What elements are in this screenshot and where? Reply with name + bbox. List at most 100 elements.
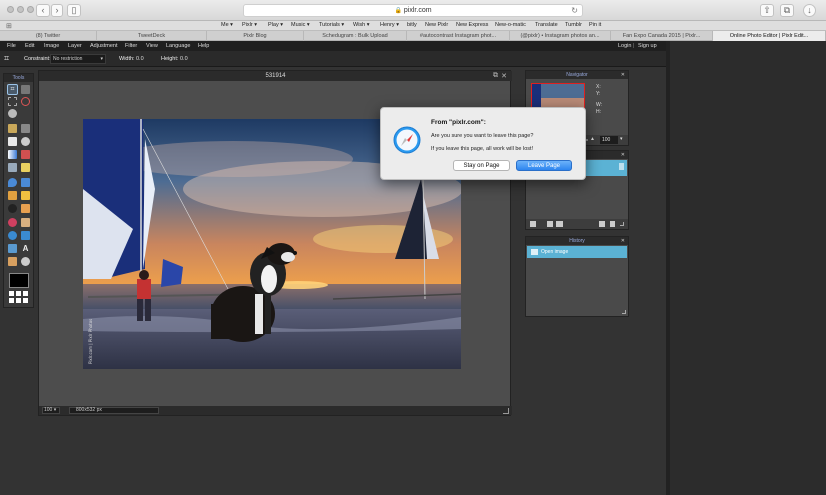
dodge-tool-icon[interactable] (8, 204, 17, 213)
menu-file[interactable]: File (7, 43, 16, 49)
wand-tool-icon[interactable] (8, 109, 17, 118)
browser-tab[interactable]: #autocontrast Instagram phot... (407, 31, 510, 41)
spot-heal-tool-icon[interactable] (21, 218, 30, 227)
close-icon[interactable]: ✕ (621, 151, 625, 159)
move-tool-icon[interactable] (21, 85, 30, 94)
grid-icon[interactable]: ⊞ (6, 22, 12, 30)
favorite-item[interactable]: Play ▾ (268, 22, 283, 28)
height-label: Height: (161, 56, 179, 62)
new-layer-icon[interactable] (599, 221, 605, 227)
layer-mask-icon[interactable] (547, 221, 553, 227)
stamp-tool-icon[interactable] (21, 150, 30, 159)
browser-tab[interactable]: (8) Twitter (0, 31, 97, 41)
resize-grip-icon[interactable] (620, 222, 624, 226)
navigator-zoom-field[interactable]: 100 (600, 136, 618, 144)
favorite-item[interactable]: Translate (535, 22, 558, 28)
browser-tab[interactable]: TweetDeck (97, 31, 207, 41)
zoom-tool-icon[interactable] (21, 257, 30, 266)
favorite-item[interactable]: bitly (407, 22, 417, 28)
favorite-item[interactable]: Henry ▾ (380, 22, 399, 28)
burn-tool-icon[interactable] (21, 204, 30, 213)
foreground-color-swatch[interactable] (9, 273, 29, 288)
marquee-tool-icon[interactable] (8, 97, 17, 106)
pinch-tool-icon[interactable] (21, 231, 30, 240)
smudge-tool-icon[interactable] (8, 191, 17, 200)
height-input[interactable]: 0.0 (180, 56, 188, 62)
close-icon[interactable]: ✕ (621, 237, 625, 245)
sharpen-tool-icon[interactable] (21, 178, 30, 187)
share-button[interactable]: ⇧ (760, 4, 774, 17)
favorite-item[interactable]: Tutorials ▾ (319, 22, 344, 28)
bloat-tool-icon[interactable] (8, 231, 17, 240)
favorite-item[interactable]: Wish ▾ (353, 22, 370, 28)
browser-tab-active[interactable]: Online Photo Editor | Pixlr Edit... (713, 31, 826, 41)
browser-tab[interactable]: (@pixlr) • Instagram photos an... (510, 31, 611, 41)
back-button[interactable]: ‹ (36, 4, 50, 17)
favorite-item[interactable]: New-o-matic (495, 22, 526, 28)
lock-icon: 🔒 (394, 8, 402, 14)
colorpicker-tool-icon[interactable] (8, 163, 17, 172)
layer-settings-icon[interactable] (530, 221, 536, 227)
favorite-item[interactable]: Me ▾ (221, 22, 233, 28)
forward-button[interactable]: › (51, 4, 63, 17)
blur-tool-icon[interactable] (8, 178, 17, 187)
address-bar[interactable]: 🔒 pixlr.com ↻ (243, 4, 583, 17)
favorite-item[interactable]: New Express (456, 22, 488, 28)
eraser-tool-icon[interactable] (8, 137, 17, 146)
browser-tab[interactable]: Schedugram : Bulk Upload (304, 31, 407, 41)
zoom-window-button[interactable] (27, 6, 34, 13)
sidebar-toggle-button[interactable]: ▯ (67, 4, 81, 17)
drawing-tool-icon[interactable] (21, 163, 30, 172)
bucket-tool-icon[interactable] (21, 137, 30, 146)
pencil-tool-icon[interactable] (8, 124, 17, 133)
zoom-field[interactable]: 100 ▾ (42, 407, 60, 414)
favorite-item[interactable]: Tumblr (565, 22, 582, 28)
menu-edit[interactable]: Edit (25, 43, 34, 49)
browser-tab[interactable]: Fan Expo Canada 2015 | Pixlr... (611, 31, 713, 41)
width-input[interactable]: 0.0 (136, 56, 144, 62)
signup-link[interactable]: Sign up (638, 43, 657, 49)
brush-tool-icon[interactable] (21, 124, 30, 133)
close-icon[interactable]: ✕ (621, 71, 625, 79)
sponge-tool-icon[interactable] (21, 191, 30, 200)
favorite-item[interactable]: New Pixlr (425, 22, 448, 28)
zoom-in-icon[interactable]: ▲ (590, 136, 595, 142)
tabs-overview-button[interactable]: ⧉ (780, 4, 794, 17)
favorite-item[interactable]: Pixlr ▾ (242, 22, 257, 28)
menu-image[interactable]: Image (44, 43, 59, 49)
stay-on-page-button[interactable]: Stay on Page (453, 160, 510, 171)
minimize-window-button[interactable] (17, 6, 24, 13)
trash-icon[interactable] (610, 221, 615, 227)
menu-language[interactable]: Language (166, 43, 190, 49)
downloads-button[interactable]: ↓ (803, 4, 816, 17)
maximize-icon[interactable]: ⧉ (493, 72, 498, 80)
menu-help[interactable]: Help (198, 43, 209, 49)
crop-tool-icon[interactable]: ⌗ (7, 84, 18, 95)
hand-tool-icon[interactable] (8, 257, 17, 266)
zoom-unit-chevron-icon[interactable]: ▾ (620, 136, 623, 142)
menu-filter[interactable]: Filter (125, 43, 137, 49)
lasso-tool-icon[interactable] (21, 97, 30, 106)
menu-adjustment[interactable]: Adjustment (90, 43, 118, 49)
resize-grip-icon[interactable] (622, 310, 626, 314)
leave-page-button[interactable]: Leave Page (516, 160, 572, 171)
layer-styles-icon[interactable] (556, 221, 563, 227)
login-link[interactable]: Login (618, 43, 631, 49)
menu-view[interactable]: View (146, 43, 158, 49)
menu-layer[interactable]: Layer (68, 43, 82, 49)
colorreplace-tool-icon[interactable] (8, 244, 17, 253)
redeye-tool-icon[interactable] (8, 218, 17, 227)
swatch-grid-icon[interactable] (9, 291, 31, 303)
favorite-item[interactable]: Music ▾ (291, 22, 310, 28)
close-window-button[interactable] (7, 6, 14, 13)
type-tool-icon[interactable]: A (21, 244, 30, 253)
gradient-tool-icon[interactable] (8, 150, 17, 159)
browser-tab[interactable]: Pixlr Blog (207, 31, 304, 41)
reload-icon[interactable]: ↻ (571, 5, 578, 17)
constraint-select[interactable]: No restriction ▾ (50, 54, 106, 64)
favorite-item[interactable]: Pin it (589, 22, 601, 28)
history-panel: History ✕ Open image (525, 236, 629, 317)
resize-grip-icon[interactable] (503, 408, 509, 414)
history-item[interactable]: Open image (527, 246, 627, 258)
close-icon[interactable]: ✕ (501, 72, 507, 80)
